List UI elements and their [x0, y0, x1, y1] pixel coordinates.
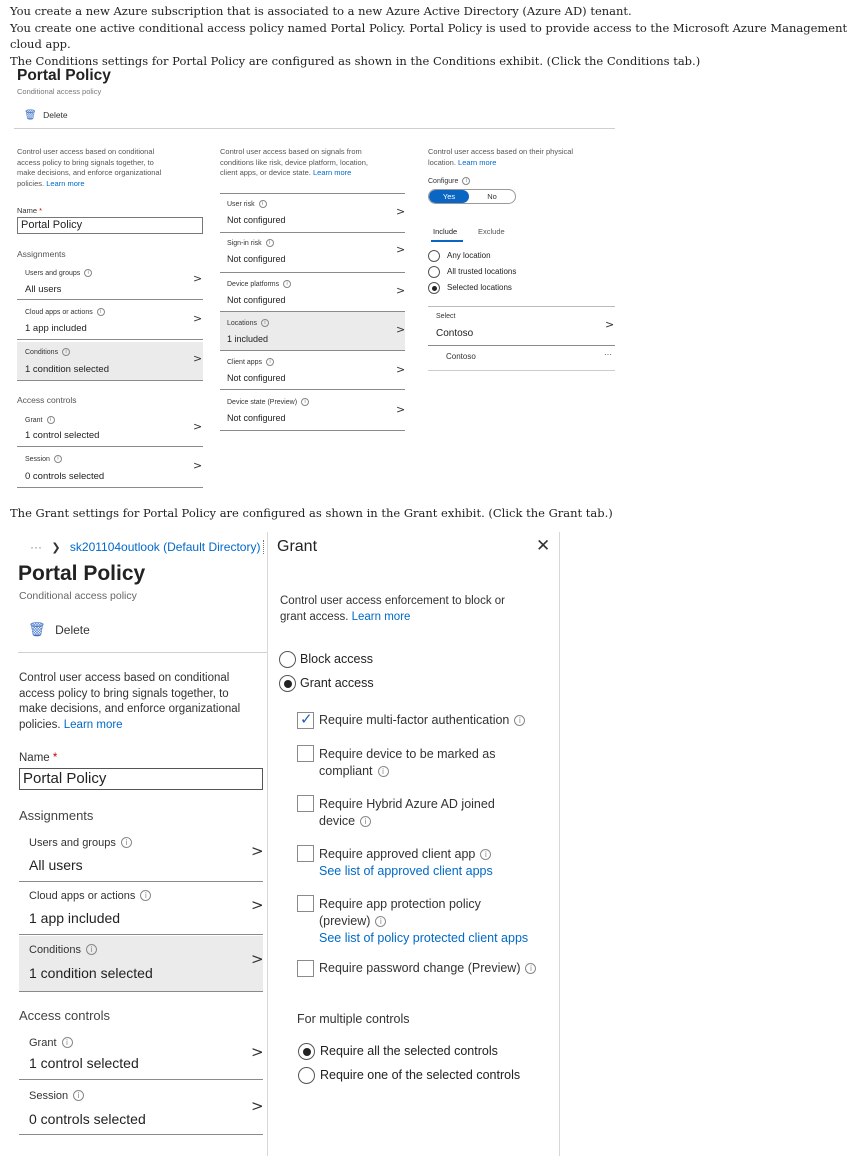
info-icon: i [301, 398, 310, 406]
tab-exclude[interactable]: Exclude [478, 227, 505, 236]
info-icon: i [266, 358, 275, 366]
learn-more-link[interactable]: Learn more [313, 168, 351, 177]
breadcrumb: ··· ❯ sk201104outlook (Default Directory… [30, 540, 260, 554]
chevron-right-icon: > [193, 352, 203, 365]
name-input[interactable]: Portal Policy [19, 768, 263, 790]
assignments-heading: Assignments [17, 249, 66, 259]
access-controls-heading: Access controls [19, 1008, 111, 1023]
configure-label: Configure i [428, 177, 471, 185]
info-icon: i [480, 849, 492, 860]
toggle-yes[interactable]: Yes [429, 190, 469, 203]
learn-more-link[interactable]: Learn more [64, 719, 123, 731]
chevron-right-icon: > [396, 243, 406, 256]
info-icon: i [258, 200, 267, 208]
info-icon: i [46, 416, 55, 424]
chevron-right-icon: > [251, 950, 264, 968]
info-icon: i [514, 715, 526, 726]
info-icon: i [360, 816, 372, 827]
assignments-heading: Assignments [19, 808, 94, 823]
name-label: Name * [19, 752, 58, 764]
intro-line-1: You create a new Azure subscription that… [10, 4, 632, 18]
chevron-right-icon: > [193, 420, 203, 433]
chevron-right-icon: > [251, 1097, 264, 1115]
locations-row[interactable] [220, 312, 405, 350]
info-icon: i [283, 280, 292, 288]
location-list-item: Contoso [446, 352, 476, 361]
chevron-right-icon: ❯ [51, 541, 61, 554]
grant-panel [267, 532, 560, 1156]
chevron-right-icon: > [251, 1043, 264, 1061]
info-icon: i [265, 239, 274, 247]
delete-button[interactable]: 🗑 Delete [24, 110, 68, 121]
learn-more-link[interactable]: Learn more [458, 158, 496, 167]
approved-apps-link[interactable]: See list of approved client apps [319, 863, 493, 880]
info-icon: i [260, 319, 269, 327]
name-label: Name * [17, 206, 43, 215]
policy-description: Control user access based on conditional… [19, 672, 241, 731]
toggle-no[interactable]: No [469, 190, 515, 203]
info-icon: i [84, 269, 93, 277]
info-icon: i [62, 348, 71, 356]
conditions-description: Control user access based on signals fro… [220, 147, 368, 177]
chevron-right-icon: > [396, 205, 406, 218]
info-icon: i [85, 944, 97, 955]
name-input[interactable]: Portal Policy [17, 217, 203, 234]
intro-line-3: The Conditions settings for Portal Polic… [10, 53, 701, 68]
access-controls-heading: Access controls [17, 395, 77, 405]
breadcrumb-link[interactable]: sk201104outlook (Default Directory) [70, 540, 261, 554]
delete-button[interactable]: 🗑 Delete [28, 622, 90, 638]
more-options-icon[interactable]: ··· [604, 350, 612, 359]
learn-more-link[interactable]: Learn more [352, 611, 411, 623]
configure-toggle[interactable]: Yes No [428, 189, 516, 204]
policy-description: Control user access based on conditional… [17, 147, 162, 188]
grant-panel-title: Grant [277, 538, 318, 555]
trash-icon: 🗑 [24, 110, 37, 121]
info-icon: i [525, 963, 537, 974]
chevron-right-icon: > [396, 403, 406, 416]
chevron-right-icon: > [193, 272, 203, 285]
info-icon: i [377, 766, 389, 777]
locations-description: Control user access based on their physi… [428, 147, 574, 167]
info-icon: i [96, 308, 105, 316]
tab-include[interactable]: Include [433, 227, 457, 236]
page-subtitle: Conditional access policy [19, 590, 137, 602]
protected-apps-link[interactable]: See list of policy protected client apps [319, 930, 528, 947]
info-icon: i [61, 1037, 73, 1048]
trash-icon: 🗑 [28, 622, 46, 638]
page-title: Portal Policy [18, 562, 146, 585]
info-icon: i [53, 455, 62, 463]
intro-line-2: You create one active conditional access… [10, 20, 848, 52]
more-icon[interactable]: ··· [30, 540, 42, 554]
delete-label: Delete [43, 110, 68, 120]
chevron-right-icon: > [396, 284, 406, 297]
info-icon: i [73, 1090, 85, 1101]
info-icon: i [375, 916, 387, 927]
info-icon: i [140, 890, 152, 901]
delete-label: Delete [55, 623, 90, 637]
intro-line-4: The Grant settings for Portal Policy are… [10, 506, 613, 520]
close-icon[interactable]: ✕ [536, 536, 550, 556]
page-subtitle: Conditional access policy [17, 87, 102, 96]
info-icon: i [120, 837, 132, 848]
chevron-right-icon: > [605, 318, 615, 331]
grant-description: Control user access enforcement to block… [280, 595, 505, 623]
chevron-right-icon: > [396, 323, 406, 336]
chevron-right-icon: > [193, 459, 203, 472]
info-icon: i [462, 177, 471, 185]
chevron-right-icon: > [396, 363, 406, 376]
chevron-right-icon: > [251, 842, 264, 860]
page-title: Portal Policy [17, 67, 111, 84]
chevron-right-icon: > [193, 312, 203, 325]
multiple-controls-heading: For multiple controls [297, 1012, 410, 1026]
chevron-right-icon: > [251, 896, 264, 914]
learn-more-link[interactable]: Learn more [46, 179, 84, 188]
checkmark-icon: ✓ [300, 710, 313, 728]
